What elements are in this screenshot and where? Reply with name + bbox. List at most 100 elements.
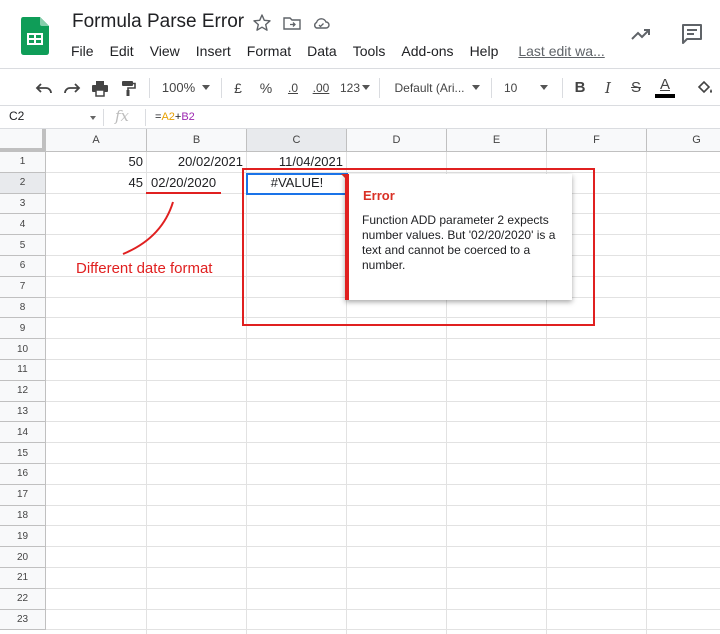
chevron-down-icon bbox=[540, 85, 548, 90]
row-header[interactable]: 19 bbox=[0, 526, 46, 548]
cell-a2[interactable]: 45 bbox=[46, 173, 147, 193]
font-size-value: 10 bbox=[504, 80, 518, 95]
row-gridline bbox=[46, 359, 720, 360]
row-header[interactable]: 23 bbox=[0, 609, 46, 631]
format-percent-button[interactable]: % bbox=[256, 69, 276, 106]
fx-icon: fx bbox=[115, 107, 130, 125]
row-header[interactable]: 1 bbox=[0, 152, 46, 173]
column-header-g[interactable]: G bbox=[647, 129, 720, 152]
last-edit-link[interactable]: Last edit wa... bbox=[510, 41, 612, 61]
formula-ref-b2: B2 bbox=[181, 111, 195, 123]
chevron-down-icon bbox=[471, 85, 480, 90]
zoom-value: 100% bbox=[161, 80, 196, 95]
cell-a1[interactable]: 50 bbox=[46, 152, 147, 172]
row-header[interactable]: 4 bbox=[0, 214, 46, 236]
increase-decimals-button[interactable]: .00 bbox=[308, 69, 334, 106]
menu-view[interactable]: View bbox=[142, 41, 188, 61]
toolbar-divider bbox=[562, 78, 563, 98]
row-header[interactable]: 7 bbox=[0, 276, 46, 298]
row-gridline bbox=[46, 463, 720, 464]
name-box[interactable]: C2 bbox=[9, 109, 24, 123]
fill-color-icon[interactable] bbox=[694, 69, 716, 106]
text-color-icon[interactable]: A bbox=[654, 69, 676, 106]
column-header-c[interactable]: C bbox=[247, 129, 347, 152]
column-gridline bbox=[646, 152, 647, 634]
menu-format[interactable]: Format bbox=[239, 41, 299, 61]
more-formats-select[interactable]: 123 bbox=[337, 69, 373, 106]
row-gridline bbox=[46, 608, 720, 610]
font-family-select[interactable]: Default (Ari... bbox=[390, 69, 484, 106]
row-header[interactable]: 22 bbox=[0, 588, 46, 610]
chevron-down-icon bbox=[202, 85, 211, 90]
row-header[interactable]: 10 bbox=[0, 339, 46, 360]
undo-icon[interactable] bbox=[33, 69, 55, 106]
sheets-logo-icon[interactable] bbox=[21, 17, 49, 55]
menu-add-ons[interactable]: Add-ons bbox=[393, 41, 461, 61]
row-header[interactable]: 14 bbox=[0, 422, 46, 444]
row-gridline bbox=[46, 400, 720, 402]
row-header[interactable]: 21 bbox=[0, 568, 46, 589]
cell-b2[interactable]: 02/20/2020 bbox=[147, 173, 247, 193]
row-header[interactable]: 8 bbox=[0, 297, 46, 319]
row-header[interactable]: 20 bbox=[0, 547, 46, 568]
annotation-arrow bbox=[122, 201, 174, 255]
font-size-select[interactable]: 10 bbox=[498, 69, 554, 106]
column-header-b[interactable]: B bbox=[147, 129, 247, 152]
row-header[interactable]: 13 bbox=[0, 401, 46, 423]
column-header-e[interactable]: E bbox=[447, 129, 547, 152]
menu-help[interactable]: Help bbox=[462, 41, 507, 61]
row-header[interactable]: 5 bbox=[0, 235, 46, 256]
font-family-value: Default (Ari... bbox=[394, 80, 465, 95]
row-header[interactable]: 2 bbox=[0, 172, 46, 194]
menu-data[interactable]: Data bbox=[299, 41, 345, 61]
chevron-down-icon[interactable] bbox=[90, 116, 96, 120]
bold-icon[interactable]: B bbox=[570, 69, 590, 106]
row-header[interactable]: 11 bbox=[0, 360, 46, 381]
error-tooltip-title: Error bbox=[363, 188, 395, 203]
menu-file[interactable]: File bbox=[63, 41, 102, 61]
column-header-f[interactable]: F bbox=[547, 129, 647, 152]
text-color-swatch bbox=[655, 94, 675, 98]
row-gridline bbox=[46, 504, 720, 506]
row-gridline bbox=[46, 546, 720, 548]
star-icon[interactable] bbox=[252, 13, 272, 33]
row-header[interactable]: 17 bbox=[0, 484, 46, 506]
comments-icon[interactable] bbox=[680, 22, 704, 46]
row-header[interactable]: 9 bbox=[0, 318, 46, 340]
print-icon[interactable] bbox=[89, 69, 111, 106]
paint-format-icon[interactable] bbox=[117, 69, 139, 106]
cloud-saved-icon[interactable] bbox=[311, 13, 331, 33]
move-to-folder-icon[interactable] bbox=[282, 13, 302, 33]
format-currency-button[interactable]: £ bbox=[228, 69, 248, 106]
menu-edit[interactable]: Edit bbox=[102, 41, 142, 61]
menu-tools[interactable]: Tools bbox=[345, 41, 394, 61]
row-header[interactable]: 6 bbox=[0, 256, 46, 277]
toolbar: 100% £ % .0 .00 123 Default (Ari... 10 B… bbox=[0, 68, 720, 106]
annotation-underline bbox=[146, 192, 221, 194]
column-header-a[interactable]: A bbox=[46, 129, 147, 152]
row-gridline bbox=[46, 629, 720, 631]
document-title[interactable]: Formula Parse Error bbox=[72, 11, 244, 33]
italic-icon[interactable]: I bbox=[598, 69, 618, 106]
formula-input[interactable]: =A2+B2 bbox=[155, 111, 195, 123]
row-header[interactable]: 3 bbox=[0, 193, 46, 215]
decrease-decimals-button[interactable]: .0 bbox=[282, 69, 304, 106]
toolbar-divider bbox=[491, 78, 492, 98]
row-gridline bbox=[46, 587, 720, 589]
menu-insert[interactable]: Insert bbox=[188, 41, 239, 61]
row-gridline bbox=[46, 483, 720, 485]
row-gridline bbox=[46, 421, 720, 423]
row-header[interactable]: 16 bbox=[0, 464, 46, 485]
row-header[interactable]: 15 bbox=[0, 443, 46, 464]
row-gridline bbox=[46, 338, 720, 340]
column-header-d[interactable]: D bbox=[347, 129, 447, 152]
row-header[interactable]: 18 bbox=[0, 505, 46, 527]
redo-icon[interactable] bbox=[61, 69, 83, 106]
select-all-corner[interactable] bbox=[0, 129, 46, 152]
cell-b1[interactable]: 20/02/2021 bbox=[147, 152, 247, 172]
row-gridline bbox=[46, 567, 720, 568]
strikethrough-icon[interactable]: S bbox=[626, 69, 646, 106]
activity-trend-icon[interactable] bbox=[629, 22, 653, 46]
zoom-select[interactable]: 100% bbox=[157, 69, 215, 106]
row-header[interactable]: 12 bbox=[0, 380, 46, 402]
